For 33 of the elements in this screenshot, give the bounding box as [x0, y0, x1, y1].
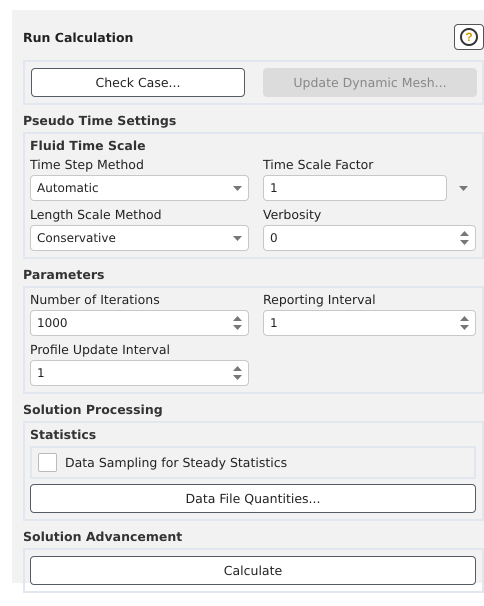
section-heading: Solution Processing [23, 402, 164, 417]
spinner-arrows-icon[interactable] [233, 365, 242, 381]
spinner-field[interactable]: 1 [263, 310, 476, 336]
section-heading: Pseudo Time Settings [23, 113, 178, 128]
checkbox-label: Data Sampling for Steady Statistics [65, 455, 288, 470]
field-label: Verbosity [263, 207, 322, 222]
action-button[interactable]: Check Case... [31, 68, 245, 97]
dropdown[interactable]: Conservative [30, 225, 249, 251]
panel-title: Run Calculation [23, 30, 134, 44]
spinner-field[interactable]: 0 [263, 225, 476, 251]
action-button[interactable]: Data File Quantities... [30, 484, 476, 513]
spinner-field[interactable]: 1 [30, 360, 249, 386]
spinner-arrows-icon[interactable] [460, 315, 469, 331]
field-label: Time Scale Factor [263, 157, 374, 172]
spinner-field[interactable]: 1000 [30, 310, 249, 336]
section-heading: Parameters [23, 267, 106, 282]
field-label: Length Scale Method [30, 207, 163, 222]
group-heading: Statistics [30, 427, 98, 442]
field-label: Number of Iterations [30, 292, 161, 307]
checkbox[interactable] [38, 453, 57, 472]
section-heading: Solution Advancement [23, 529, 184, 544]
caret-icon [233, 236, 242, 240]
action-button[interactable]: Calculate [30, 556, 476, 585]
field-label: Time Step Method [30, 157, 145, 172]
spinner-arrows-icon[interactable] [233, 315, 242, 331]
dropdown[interactable]: Automatic [30, 175, 249, 201]
caret-icon[interactable] [459, 186, 468, 190]
field-label: Reporting Interval [263, 292, 377, 307]
input-field[interactable]: 1 [263, 175, 447, 201]
group-heading: Fluid Time Scale [30, 138, 147, 153]
field-label: Profile Update Interval [30, 342, 171, 357]
caret-icon [233, 186, 242, 190]
spinner-arrows-icon[interactable] [460, 230, 469, 246]
